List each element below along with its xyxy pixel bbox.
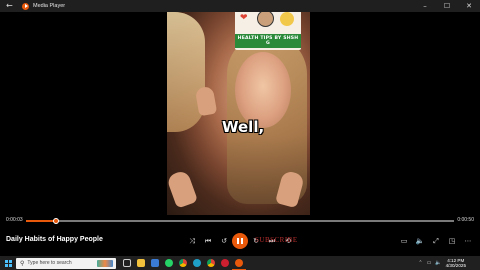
channel-banner-text: HEALTH TIPS BY SHSH G [235, 34, 301, 48]
media-player-logo-icon [22, 2, 29, 10]
opera-icon[interactable] [218, 256, 232, 270]
store-icon[interactable] [148, 256, 162, 270]
seek-bar[interactable] [26, 217, 454, 224]
maximize-icon[interactable]: ☐ [436, 0, 458, 12]
mini-player-icon[interactable]: ◳ [444, 233, 460, 249]
fullscreen-icon[interactable]: ⤢ [428, 233, 444, 249]
speaker-icon[interactable]: 🔈 [435, 260, 441, 266]
window-title: Media Player [33, 3, 66, 9]
cast-icon[interactable]: ▭ [396, 233, 412, 249]
right-controls: ▭ 🔈 ⤢ ◳ ⋯ [396, 233, 476, 249]
minimize-icon[interactable]: – [414, 0, 436, 12]
task-view-icon[interactable] [120, 256, 134, 270]
taskbar: ⚲ Type here to search ⌃ ▭ 🔈 4:12 PM 4/30… [0, 256, 480, 270]
media-player-taskbar-icon[interactable] [232, 256, 246, 270]
whatsapp-icon[interactable] [162, 256, 176, 270]
close-icon[interactable]: ✕ [458, 0, 480, 12]
clock-date: 4/30/2025 [445, 263, 466, 268]
tray-overflow-icon[interactable]: ⌃ [418, 260, 422, 266]
thumbs-up-left [167, 169, 199, 209]
total-time: 0:00:50 [457, 217, 474, 223]
window-controls: – ☐ ✕ [414, 0, 480, 12]
volume-icon[interactable]: 🔈 [412, 233, 428, 249]
previous-icon[interactable]: ⏮ [200, 233, 216, 249]
chrome-profile-icon[interactable] [204, 256, 218, 270]
taskbar-apps [120, 256, 246, 270]
channel-avatar [257, 12, 274, 27]
video-title: Daily Habits of Happy People [6, 236, 103, 243]
thumbs-up-middle [194, 85, 218, 117]
chrome-icon[interactable] [176, 256, 190, 270]
start-button[interactable] [0, 256, 16, 270]
current-time: 0:00:03 [6, 217, 23, 223]
windows-logo-icon [4, 259, 12, 267]
emoji-icon [280, 12, 294, 26]
taskbar-clock[interactable]: 4:12 PM 4/30/2025 [446, 258, 466, 269]
pause-icon [237, 238, 243, 244]
search-placeholder: Type here to search [27, 260, 72, 266]
rewind-icon[interactable]: ↺ [216, 233, 232, 249]
system-tray: ⌃ ▭ 🔈 4:12 PM 4/30/2025 [418, 256, 480, 270]
subscribe-watermark: SUBSCRIBE [255, 236, 298, 244]
channel-banner: ❤ HEALTH TIPS BY SHSH G [235, 12, 301, 50]
heart-icon: ❤ [240, 13, 248, 23]
video-area[interactable]: ❤ HEALTH TIPS BY SHSH G Well, [0, 12, 480, 215]
title-bar: ← Media Player – ☐ ✕ [0, 0, 480, 12]
edge-icon[interactable] [190, 256, 204, 270]
video-frame[interactable]: ❤ HEALTH TIPS BY SHSH G Well, [167, 12, 310, 215]
search-icon: ⚲ [20, 259, 25, 267]
seek-bar-fill [26, 220, 56, 222]
seek-handle[interactable] [52, 217, 59, 224]
network-icon[interactable]: ▭ [427, 260, 432, 266]
pause-button[interactable] [232, 233, 248, 249]
file-explorer-icon[interactable] [134, 256, 148, 270]
more-options-icon[interactable]: ⋯ [460, 233, 476, 249]
search-highlight-icon [97, 259, 113, 267]
shuffle-icon[interactable]: ⤨ [184, 233, 200, 249]
taskbar-search[interactable]: ⚲ Type here to search [16, 257, 116, 269]
video-caption: Well, [222, 118, 265, 136]
back-arrow-icon[interactable]: ← [6, 1, 13, 11]
video-face [235, 52, 291, 128]
